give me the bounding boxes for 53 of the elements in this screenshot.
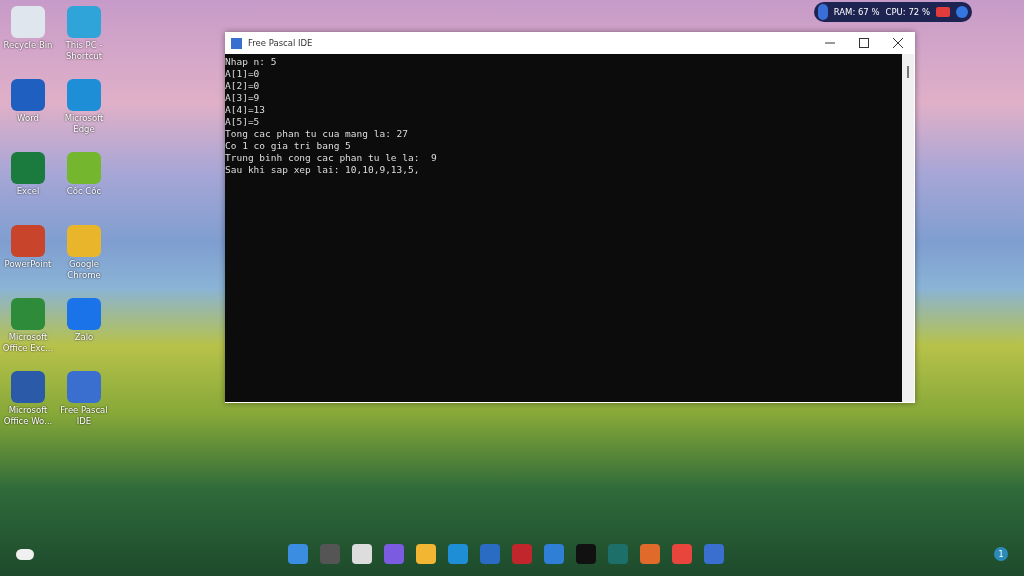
taskbar-app-icon[interactable]	[352, 544, 372, 564]
desktop-icon-label[interactable]: Google Chrome	[56, 259, 112, 281]
app-icon[interactable]	[11, 298, 45, 330]
desktop-icon-label[interactable]: Excel	[0, 186, 56, 197]
console-line: Sau khi sap xep lai: 10,10,9,13,5,	[225, 164, 421, 176]
taskbar-app-icon[interactable]	[704, 544, 724, 564]
taskbar-app-icon[interactable]	[288, 544, 308, 564]
app-icon[interactable]	[11, 225, 45, 257]
ram-usage: RAM: 67 %	[833, 7, 880, 17]
app-icon[interactable]	[67, 225, 101, 257]
desktop-icon-label[interactable]: Word	[0, 113, 56, 124]
app-icon	[231, 37, 242, 49]
console-line: A[1]=0	[225, 68, 261, 80]
notification-badge[interactable]: 1	[994, 547, 1008, 561]
desktop-icon-label[interactable]: Free Pascal IDE	[56, 405, 112, 427]
cpu-usage: CPU: 72 %	[885, 7, 930, 17]
desktop-icon-label[interactable]: Microsoft Office Wo...	[0, 405, 56, 427]
console-line: A[4]=13	[225, 104, 267, 116]
console-line: A[5]=5	[225, 116, 261, 128]
taskbar-app-icon[interactable]	[544, 544, 564, 564]
app-icon[interactable]	[11, 152, 45, 184]
taskbar-app-icon[interactable]	[640, 544, 660, 564]
scrollbar-thumb[interactable]	[907, 66, 909, 78]
app-icon[interactable]	[67, 79, 101, 111]
app-icon[interactable]	[67, 371, 101, 403]
desktop-icon-label[interactable]: Microsoft Edge	[56, 113, 112, 135]
taskbar-app-icon[interactable]	[448, 544, 468, 564]
desktop-icon-label[interactable]: Microsoft Office Exc...	[0, 332, 56, 354]
maximize-icon[interactable]	[859, 38, 869, 48]
window-title: Free Pascal IDE	[248, 38, 313, 48]
desktop-icon-label[interactable]: Cốc Cốc	[56, 186, 112, 197]
desktop-icon-label[interactable]: Zalo	[56, 332, 112, 343]
desktop-icon-label[interactable]: This PC - Shortcut	[56, 40, 112, 62]
taskbar-app-icon[interactable]	[576, 544, 596, 564]
console-line: A[3]=9	[225, 92, 261, 104]
close-icon[interactable]	[893, 38, 903, 48]
app-icon[interactable]	[67, 6, 101, 38]
console-line: Trung binh cong cac phan tu le la: 9	[225, 152, 438, 164]
desktop-icon-label[interactable]: PowerPoint	[0, 259, 56, 270]
desktop-icon-label[interactable]: Recycle Bin	[0, 40, 56, 51]
app-icon[interactable]	[67, 298, 101, 330]
console-line: Nhap n: 5	[225, 56, 278, 68]
app-icon[interactable]	[11, 6, 45, 38]
app-icon[interactable]	[11, 371, 45, 403]
console-line: Tong cac phan tu cua mang la: 27	[225, 128, 410, 140]
app-icon[interactable]	[11, 79, 45, 111]
taskbar-app-icon[interactable]	[512, 544, 532, 564]
taskbar-app-icon[interactable]	[416, 544, 436, 564]
console-line: A[2]=0	[225, 80, 261, 92]
taskbar-app-icon[interactable]	[672, 544, 692, 564]
taskbar-app-icon[interactable]	[480, 544, 500, 564]
console-line: Co 1 co gia tri bang 5	[225, 140, 352, 152]
taskbar-app-icon[interactable]	[384, 544, 404, 564]
